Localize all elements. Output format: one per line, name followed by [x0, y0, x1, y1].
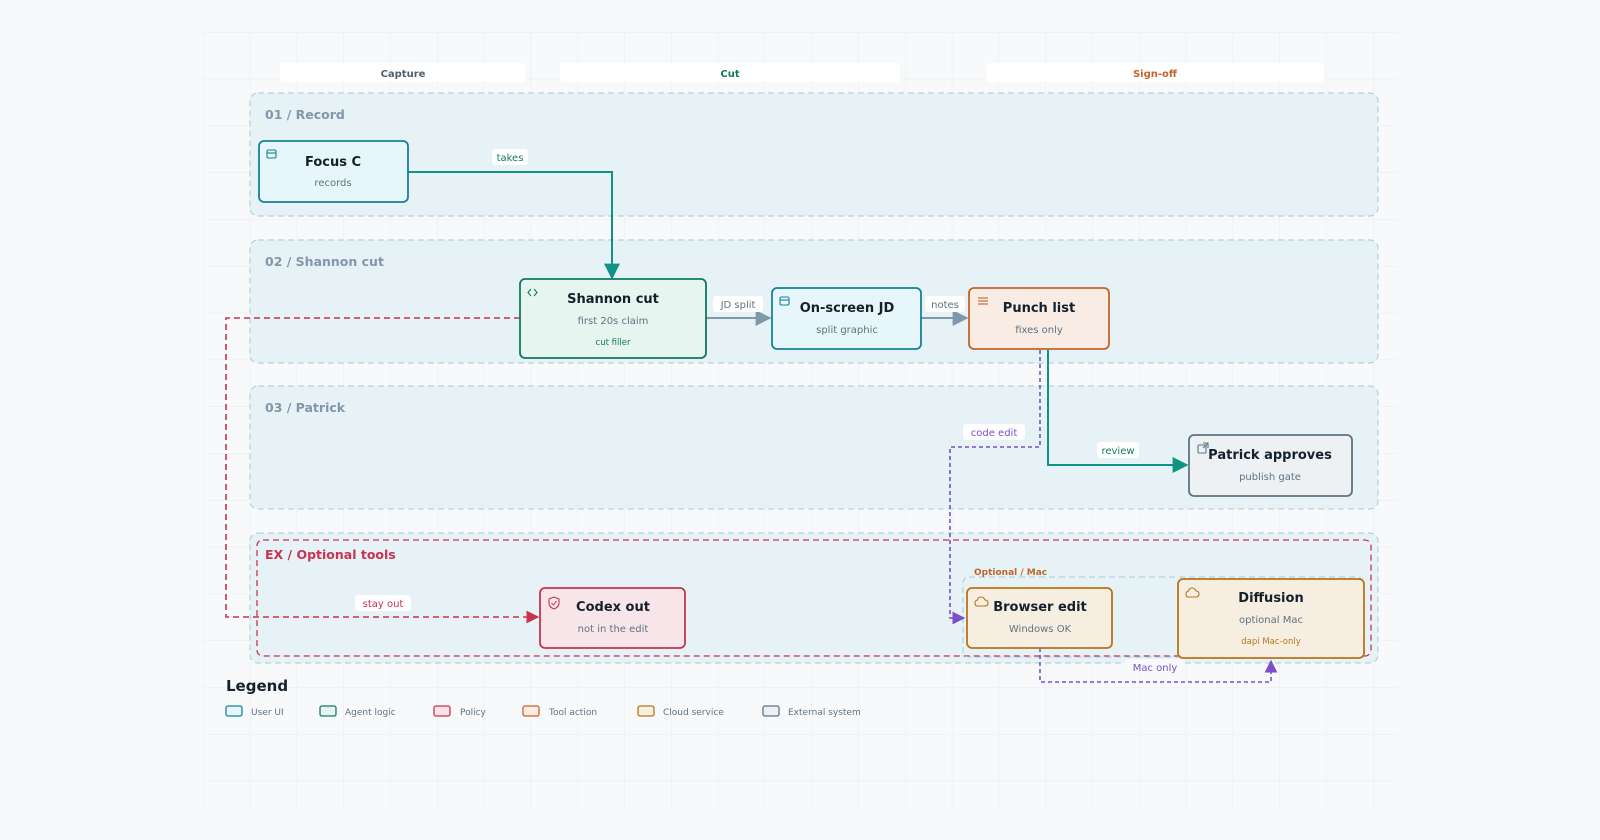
node-patrick-approves-title: Patrick approves [1208, 448, 1332, 463]
lane-shannon-label: 02 / Shannon cut [265, 254, 384, 269]
legend-swatch-user-ui [225, 705, 243, 717]
node-shannon-cut-title: Shannon cut [567, 292, 659, 307]
column-header-capture-label: Capture [381, 69, 426, 80]
legend-swatch-tool-action [522, 705, 540, 717]
node-punch-list-title: Punch list [1003, 301, 1075, 316]
group-optional-mac-label: Optional / Mac [974, 568, 1047, 578]
node-browser-edit-sub: Windows OK [1009, 624, 1072, 635]
edge-mac-only-label-box: Mac only [1125, 659, 1185, 675]
edge-review-label: review [1101, 446, 1134, 457]
legend-item-policy: Policy [460, 708, 487, 718]
column-header-cut-label: Cut [720, 69, 739, 80]
edge-code-edit-label-box: code edit [963, 424, 1025, 440]
edge-mac-only-label: Mac only [1133, 663, 1178, 674]
legend-swatch-cloud-service [637, 705, 655, 717]
node-focus-c[interactable]: Focus C records [258, 140, 409, 203]
node-diffusion-sub: optional Mac [1239, 615, 1303, 626]
edge-takes-label-box: takes [492, 149, 528, 165]
edge-jd-split-label-box: JD split [713, 296, 763, 312]
legend-item-user-ui: User UI [251, 708, 284, 718]
node-shannon-cut-sub: first 20s claim [578, 316, 649, 327]
node-patrick-approves-sub: publish gate [1239, 472, 1301, 483]
edge-stay-out-label: stay out [363, 599, 404, 610]
legend-item-external-system: External system [788, 708, 861, 718]
edge-code-edit-label: code edit [971, 428, 1018, 439]
legend-item-tool-action: Tool action [548, 708, 597, 718]
workflow-diagram: Capture Cut Sign-off 01 / Record 02 / Sh… [203, 32, 1397, 808]
node-codex-out[interactable]: Codex out not in the edit [539, 587, 686, 649]
edge-review-label-box: review [1097, 442, 1139, 458]
node-diffusion[interactable]: Diffusion optional Mac dapi Mac-only [1177, 578, 1365, 659]
lane-record-label: 01 / Record [265, 107, 345, 122]
node-shannon-cut-tag: cut filler [596, 338, 631, 348]
node-diffusion-title: Diffusion [1238, 591, 1303, 606]
node-onscreen-jd[interactable]: On-screen JD split graphic [771, 287, 922, 350]
legend-swatch-external-system [762, 705, 780, 717]
legend-item-cloud-service: Cloud service [663, 708, 724, 718]
column-header-cut: Cut [560, 63, 900, 82]
edge-jd-split-label: JD split [720, 300, 756, 311]
legend-swatch-policy [433, 705, 451, 717]
node-punch-list[interactable]: Punch list fixes only [968, 287, 1110, 350]
node-shannon-cut[interactable]: Shannon cut first 20s claim cut filler [519, 278, 707, 359]
column-header-signoff: Sign-off [986, 63, 1324, 82]
node-onscreen-jd-sub: split graphic [816, 325, 878, 336]
node-diffusion-tag: dapi Mac-only [1241, 637, 1300, 647]
lane-optional-label: EX / Optional tools [265, 547, 396, 562]
legend-title: Legend [226, 677, 288, 695]
lane-record: 01 / Record [249, 92, 1379, 217]
node-browser-edit[interactable]: Browser edit Windows OK [966, 587, 1113, 649]
node-punch-list-sub: fixes only [1015, 325, 1063, 336]
edge-notes-label-box: notes [925, 296, 965, 312]
node-focus-c-sub: records [314, 178, 351, 189]
legend-swatch-agent-logic [319, 705, 337, 717]
edge-stay-out-label-box: stay out [355, 595, 411, 611]
node-codex-out-sub: not in the edit [578, 624, 649, 635]
node-codex-out-title: Codex out [576, 600, 650, 615]
node-browser-edit-title: Browser edit [993, 600, 1087, 615]
diagram-canvas: Capture Cut Sign-off 01 / Record 02 / Sh… [0, 0, 1600, 840]
node-focus-c-title: Focus C [305, 155, 361, 170]
lane-patrick-label: 03 / Patrick [265, 400, 346, 415]
edge-takes-label: takes [497, 153, 524, 164]
edge-notes-label: notes [931, 300, 959, 311]
node-patrick-approves[interactable]: Patrick approves publish gate [1188, 434, 1353, 497]
column-header-signoff-label: Sign-off [1133, 69, 1178, 80]
legend-item-agent-logic: Agent logic [345, 708, 396, 718]
column-header-capture: Capture [280, 63, 526, 82]
node-onscreen-jd-title: On-screen JD [800, 301, 895, 316]
